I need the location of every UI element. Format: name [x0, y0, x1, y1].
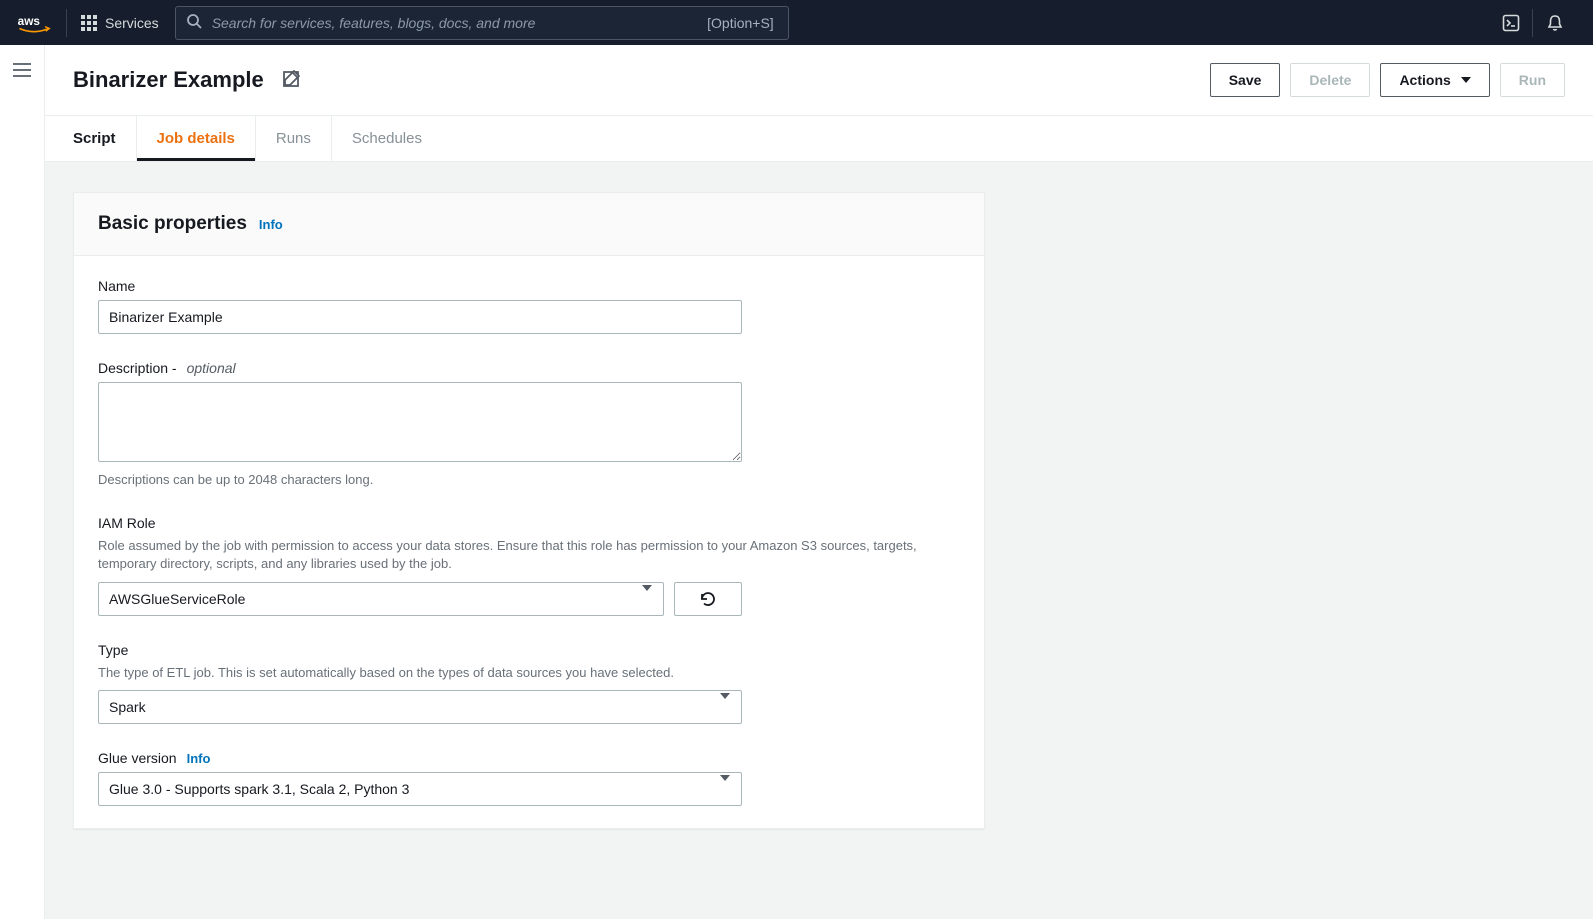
save-button[interactable]: Save: [1210, 63, 1281, 97]
type-select[interactable]: Spark: [98, 690, 742, 724]
page-title: Binarizer Example: [73, 67, 264, 93]
name-input[interactable]: [98, 300, 742, 334]
side-panel-toggle-area: [0, 45, 44, 919]
refresh-roles-button[interactable]: [674, 582, 742, 616]
run-button: Run: [1500, 63, 1565, 97]
page-header: Binarizer Example Save Delete Actions Ru…: [45, 45, 1593, 116]
tab-job-details[interactable]: Job details: [137, 116, 256, 161]
delete-button: Delete: [1290, 63, 1370, 97]
tab-schedules[interactable]: Schedules: [332, 116, 442, 161]
top-navigation: aws Services [Option+S]: [0, 0, 1593, 45]
description-label: Description - optional: [98, 360, 742, 376]
tab-script[interactable]: Script: [73, 116, 137, 161]
services-menu[interactable]: Services: [81, 9, 161, 37]
search-icon: [186, 13, 202, 32]
iam-role-select[interactable]: AWSGlueServiceRole: [98, 582, 664, 616]
glue-version-label: Glue version Info: [98, 750, 742, 766]
tab-runs[interactable]: Runs: [256, 116, 332, 161]
name-label: Name: [98, 278, 742, 294]
aws-logo[interactable]: aws: [16, 9, 67, 37]
basic-properties-panel: Basic properties Info Name Description -…: [73, 192, 985, 829]
type-label: Type: [98, 642, 742, 658]
menu-icon[interactable]: [13, 63, 31, 919]
description-help: Descriptions can be up to 2048 character…: [98, 471, 742, 489]
glue-info-link[interactable]: Info: [187, 751, 211, 766]
actions-button[interactable]: Actions: [1380, 63, 1489, 97]
panel-title: Basic properties: [98, 213, 247, 235]
search-shortcut: [Option+S]: [707, 15, 778, 31]
grid-icon: [81, 15, 97, 31]
notifications-icon[interactable]: [1533, 9, 1577, 37]
glue-version-select[interactable]: Glue 3.0 - Supports spark 3.1, Scala 2, …: [98, 772, 742, 806]
panel-info-link[interactable]: Info: [259, 217, 283, 232]
global-search[interactable]: [Option+S]: [175, 6, 789, 40]
description-input[interactable]: [98, 382, 742, 462]
cloudshell-icon[interactable]: [1489, 9, 1533, 37]
caret-down-icon: [1461, 77, 1471, 83]
edit-title-icon[interactable]: [282, 70, 300, 91]
tabs: Script Job details Runs Schedules: [45, 116, 1593, 162]
svg-text:aws: aws: [18, 13, 41, 27]
refresh-icon: [699, 590, 717, 608]
iam-role-label: IAM Role: [98, 515, 960, 531]
services-label: Services: [105, 15, 159, 31]
search-input[interactable]: [212, 15, 697, 31]
type-help: The type of ETL job. This is set automat…: [98, 664, 742, 682]
iam-role-help: Role assumed by the job with permission …: [98, 537, 918, 573]
